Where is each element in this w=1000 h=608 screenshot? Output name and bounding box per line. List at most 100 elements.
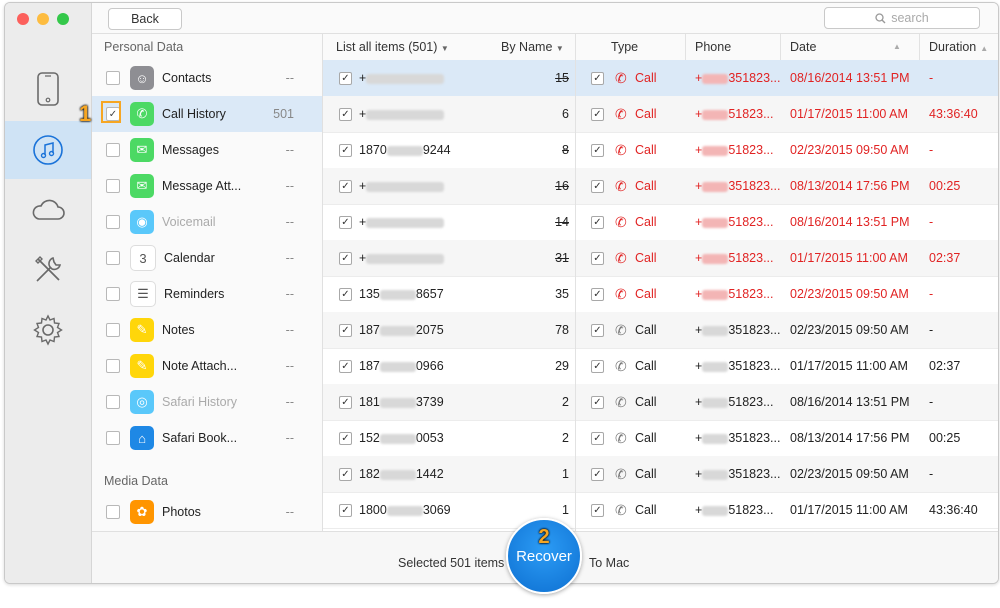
category-item[interactable]: ☰ Reminders -- — [92, 276, 322, 312]
row-checkbox[interactable]: ✓ — [591, 252, 604, 265]
row-checkbox[interactable]: ✓ — [339, 432, 352, 445]
table-row[interactable]: ✓ +14 ✓ ✆ Call +51823... 08/16/2014 13:51 PM - — [323, 204, 998, 241]
row-checkbox[interactable]: ✓ — [591, 360, 604, 373]
row-checkbox[interactable]: ✓ — [591, 180, 604, 193]
call-count: 14 — [555, 215, 569, 229]
call-icon: ✆ — [615, 430, 627, 446]
rail-itunes[interactable] — [5, 121, 91, 179]
minimize-window-button[interactable] — [37, 13, 49, 25]
sort-by-name-header[interactable]: By Name ▼ — [501, 34, 564, 60]
search-input[interactable]: search — [824, 7, 980, 29]
contact-name: 187 0966 — [359, 348, 444, 384]
row-checkbox[interactable]: ✓ — [339, 396, 352, 409]
row-checkbox[interactable]: ✓ — [339, 324, 352, 337]
row-checkbox[interactable]: ✓ — [339, 72, 352, 85]
category-checkbox[interactable] — [106, 71, 120, 85]
category-item[interactable]: ✎ Note Attach... -- — [92, 348, 322, 384]
row-checkbox[interactable]: ✓ — [339, 216, 352, 229]
call-duration: - — [929, 467, 934, 481]
category-item[interactable]: ✓ ✆ Call History 501 — [92, 96, 322, 132]
rail-settings[interactable] — [5, 301, 91, 359]
table-row[interactable]: ✓ 152 0053 2 ✓ ✆ Call +351823... 08/13/2014 17:5… — [323, 420, 998, 457]
row-checkbox[interactable]: ✓ — [339, 504, 352, 517]
category-checkbox[interactable] — [106, 323, 120, 337]
category-checkbox — [106, 395, 120, 409]
category-label: Voicemail — [162, 215, 216, 229]
row-checkbox[interactable]: ✓ — [591, 324, 604, 337]
call-icon: ✆ — [615, 502, 627, 518]
category-checkbox[interactable] — [106, 251, 120, 265]
zoom-window-button[interactable] — [57, 13, 69, 25]
category-checkbox[interactable] — [106, 359, 120, 373]
back-button[interactable]: Back — [108, 8, 182, 30]
date-header[interactable]: Date ▲ — [790, 34, 901, 60]
call-duration: - — [929, 395, 934, 409]
call-duration: 02:37 — [929, 359, 961, 373]
row-checkbox[interactable]: ✓ — [591, 432, 604, 445]
caret-down-icon: ▼ — [440, 44, 449, 53]
call-duration: 00:25 — [929, 179, 961, 193]
category-item[interactable]: ✉ Message Att... -- — [92, 168, 322, 204]
row-checkbox[interactable]: ✓ — [591, 72, 604, 85]
blurred-text — [702, 181, 729, 192]
category-item[interactable]: ✉ Messages -- — [92, 132, 322, 168]
row-checkbox[interactable]: ✓ — [591, 288, 604, 301]
table-row[interactable]: ✓ +31 ✓ ✆ Call +51823... 01/17/2015 11:00 AM 02… — [323, 240, 998, 277]
row-checkbox[interactable]: ✓ — [339, 144, 352, 157]
table-row[interactable]: ✓ 1870 9244 8 ✓ ✆ Call +51823... 02/23/2015 09:5… — [323, 132, 998, 169]
rail-icloud[interactable] — [5, 181, 91, 239]
table-row[interactable]: ✓ 182 1442 1 ✓ ✆ Call +351823... 02/23/2015 09:5… — [323, 456, 998, 493]
phone-header[interactable]: Phone — [695, 34, 731, 60]
list-all-header[interactable]: List all items (501) ▼ — [336, 34, 449, 60]
category-item[interactable]: ☺ Contacts -- — [92, 60, 322, 96]
sort-asc-icon: ▲ — [980, 44, 989, 53]
row-checkbox[interactable]: ✓ — [339, 288, 352, 301]
category-item[interactable]: 3 Calendar -- — [92, 240, 322, 276]
phone-suffix: 51823... — [728, 107, 774, 121]
category-checkbox[interactable] — [106, 143, 120, 157]
category-item: ◎ Safari History -- — [92, 384, 322, 420]
row-checkbox[interactable]: ✓ — [591, 504, 604, 517]
category-label: Reminders — [164, 287, 225, 301]
row-checkbox[interactable]: ✓ — [339, 468, 352, 481]
duration-header[interactable]: Duration ▲ — [929, 34, 988, 60]
call-type: Call — [635, 431, 657, 445]
row-checkbox[interactable]: ✓ — [339, 180, 352, 193]
call-date: 02/23/2015 09:50 AM — [790, 287, 909, 301]
rail-tools[interactable] — [5, 241, 91, 299]
phone-number: +351823... — [695, 71, 781, 85]
row-checkbox[interactable]: ✓ — [591, 468, 604, 481]
duration-label: Duration — [929, 40, 977, 54]
missed-call-icon: ✆ — [615, 178, 627, 194]
close-window-button[interactable] — [17, 13, 29, 25]
table-row[interactable]: ✓ 187 0966 29 ✓ ✆ Call +351823... 01/17/2015 11:… — [323, 348, 998, 385]
category-checkbox[interactable] — [106, 505, 120, 519]
table-row[interactable]: ✓ 135 8657 35 ✓ ✆ Call +51823... 02/23/2015 09:5… — [323, 276, 998, 313]
category-item[interactable]: ✿ Photos -- — [92, 494, 322, 530]
category-item[interactable]: ⌂ Safari Book... -- — [92, 420, 322, 456]
row-checkbox[interactable]: ✓ — [339, 360, 352, 373]
table-row[interactable]: ✓ 187 2075 78 ✓ ✆ Call +351823... 02/23/2015 09:… — [323, 312, 998, 349]
row-checkbox[interactable]: ✓ — [591, 216, 604, 229]
category-checkbox[interactable] — [106, 287, 120, 301]
tools-icon — [35, 256, 62, 282]
type-header[interactable]: Type — [611, 34, 638, 60]
category-checkbox[interactable] — [106, 431, 120, 445]
table-row[interactable]: ✓ 1800 3069 1 ✓ ✆ Call +51823... 01/17/2015 11:0… — [323, 492, 998, 529]
table-row[interactable]: ✓ +16 ✓ ✆ Call +351823... 08/13/2014 17:56 PM 0… — [323, 168, 998, 205]
category-count: -- — [285, 251, 294, 265]
call-date: 02/23/2015 09:50 AM — [790, 323, 909, 337]
table-row[interactable]: ✓ +6 ✓ ✆ Call +51823... 01/17/2015 11:00 AM 43:… — [323, 96, 998, 133]
name-prefix: 181 — [359, 395, 380, 409]
category-item[interactable]: ✎ Notes -- — [92, 312, 322, 348]
row-checkbox[interactable]: ✓ — [591, 144, 604, 157]
row-checkbox[interactable]: ✓ — [591, 108, 604, 121]
call-date: 01/17/2015 11:00 AM — [790, 503, 908, 517]
row-checkbox[interactable]: ✓ — [339, 108, 352, 121]
category-checkbox[interactable] — [106, 179, 120, 193]
table-row[interactable]: ✓ 181 3739 2 ✓ ✆ Call +51823... 08/16/2014 13:51… — [323, 384, 998, 421]
recover-button[interactable]: 2 Recover — [506, 518, 582, 594]
table-row[interactable]: ✓ +15 ✓ ✆ Call +351823... 08/16/2014 13:51 PM - — [323, 60, 998, 97]
row-checkbox[interactable]: ✓ — [339, 252, 352, 265]
row-checkbox[interactable]: ✓ — [591, 396, 604, 409]
